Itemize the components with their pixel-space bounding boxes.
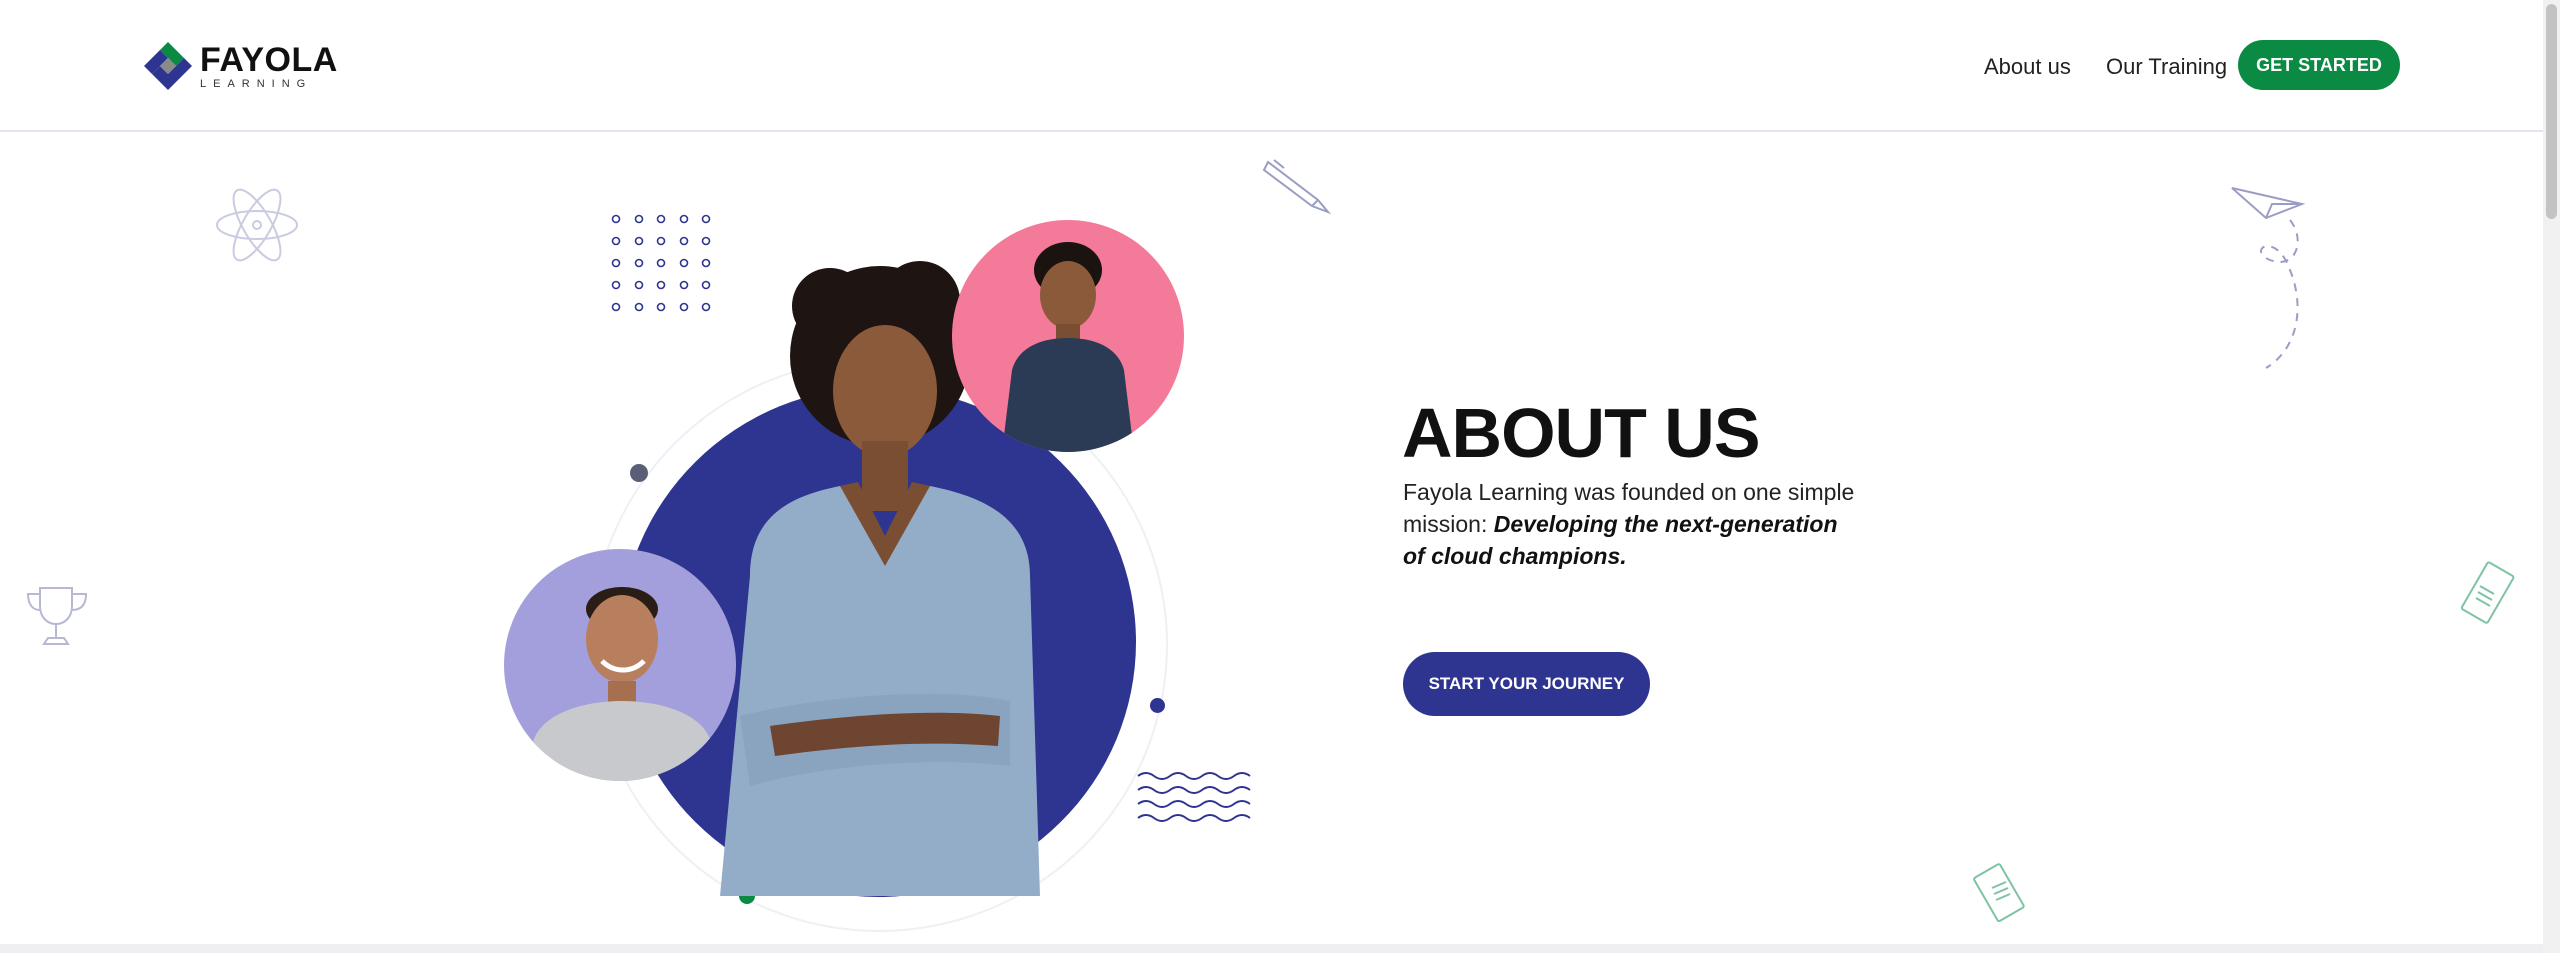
- site-header: FAYOLA LEARNING About us Our Training GE…: [0, 0, 2543, 132]
- logo-wordmark: FAYOLA: [200, 40, 338, 79]
- scrollbar-thumb[interactable]: [2546, 4, 2557, 219]
- orbit-dot: [1150, 698, 1165, 713]
- next-section-edge: [0, 944, 2543, 953]
- pen-icon: [1262, 159, 1332, 215]
- page-scrollbar[interactable]: [2543, 0, 2560, 953]
- notepad-icon: [2460, 561, 2515, 624]
- nav-about-us[interactable]: About us: [1984, 54, 2071, 80]
- logo[interactable]: FAYOLA LEARNING: [142, 40, 338, 92]
- get-started-button[interactable]: GET STARTED: [2238, 40, 2400, 90]
- logo-subtitle: LEARNING: [200, 77, 313, 90]
- trophy-icon: [26, 587, 88, 645]
- logo-mark-icon: [144, 42, 192, 90]
- man-photo-lavender: [504, 549, 736, 781]
- hero-description: Fayola Learning was founded on one simpl…: [1403, 476, 1863, 572]
- page-title: ABOUT US: [1402, 394, 1761, 472]
- wave-pattern: [1137, 772, 1251, 822]
- man-photo-pink: [952, 220, 1184, 452]
- start-journey-button[interactable]: START YOUR JOURNEY: [1403, 652, 1650, 716]
- nav-our-training[interactable]: Our Training: [2106, 54, 2227, 80]
- atom-icon: [216, 188, 298, 262]
- orbit-dot: [630, 464, 648, 482]
- paper-plane-icon: [2231, 187, 2306, 369]
- document-icon: [1973, 863, 2025, 923]
